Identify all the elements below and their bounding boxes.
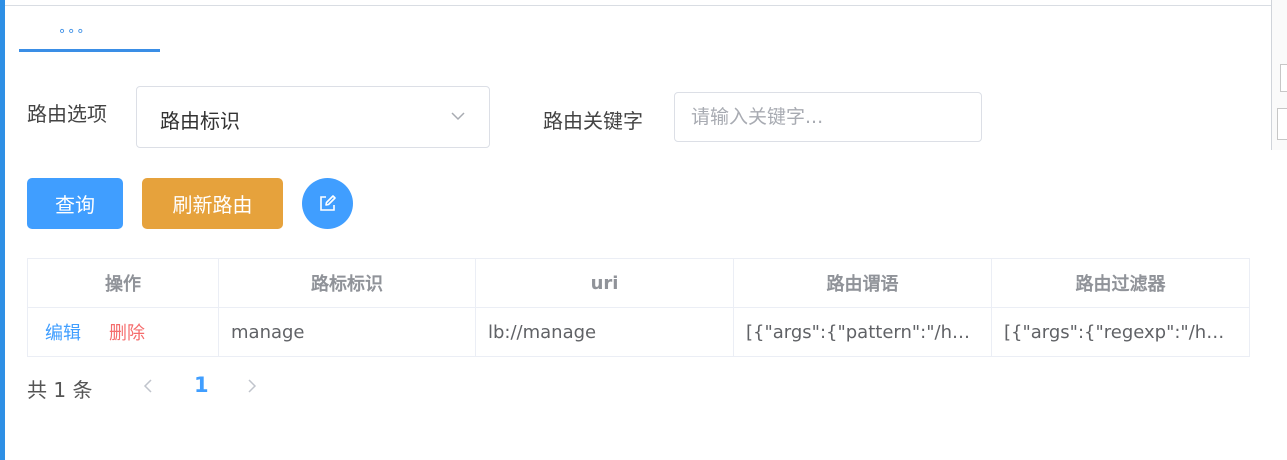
row-actions-cell: 编辑 删除 bbox=[27, 307, 219, 357]
window-left-edge bbox=[0, 0, 5, 460]
edit-icon bbox=[320, 195, 336, 211]
column-header-uri: uri bbox=[475, 258, 734, 308]
side-widget-1[interactable] bbox=[1280, 64, 1287, 92]
side-widget-2[interactable] bbox=[1277, 108, 1287, 140]
routes-table: 操作 路标标识 uri 路由谓语 路由过滤器 编辑 删除 manage lb://… bbox=[27, 258, 1250, 357]
edit-button[interactable] bbox=[302, 178, 353, 229]
table-row: 编辑 删除 manage lb://manage [{"args":{"patte… bbox=[27, 307, 1250, 357]
table-header-row: 操作 路标标识 uri 路由谓语 路由过滤器 bbox=[27, 258, 1250, 308]
column-header-filters: 路由过滤器 bbox=[991, 258, 1250, 308]
right-side-panel bbox=[1271, 0, 1287, 150]
tab-label: ∘∘∘ bbox=[58, 24, 86, 39]
refresh-routes-button[interactable]: 刷新路由 bbox=[142, 178, 283, 229]
app-frame: ∘∘∘ 路由选项 路由标识 路由关键字 查询 刷新路由 操作 路标标识 bbox=[0, 0, 1287, 460]
route-option-value: 路由标识 bbox=[160, 109, 240, 133]
route-keyword-label: 路由关键字 bbox=[543, 109, 643, 133]
column-header-route-id: 路标标识 bbox=[218, 258, 476, 308]
row-delete-link[interactable]: 删除 bbox=[109, 323, 145, 344]
row-edit-link[interactable]: 编辑 bbox=[45, 323, 81, 344]
route-keyword-input[interactable] bbox=[674, 92, 982, 142]
tab-active[interactable]: ∘∘∘ bbox=[19, 18, 160, 52]
pagination-total: 共 1 条 bbox=[27, 378, 93, 402]
query-button[interactable]: 查询 bbox=[27, 178, 123, 229]
row-predicates-cell: [{"args":{"pattern":"/hm... bbox=[733, 307, 992, 357]
route-option-label: 路由选项 bbox=[27, 102, 107, 126]
chevron-down-icon bbox=[451, 112, 465, 121]
pagination-page-current[interactable]: 1 bbox=[194, 373, 209, 397]
chevron-right-icon[interactable] bbox=[245, 376, 259, 396]
row-filters-cell: [{"args":{"regexp":"/hm... bbox=[991, 307, 1250, 357]
row-uri-cell: lb://manage bbox=[475, 307, 734, 357]
tab-underline bbox=[19, 49, 160, 52]
column-header-actions: 操作 bbox=[27, 258, 219, 308]
route-option-select[interactable]: 路由标识 bbox=[136, 86, 490, 148]
column-header-predicates: 路由谓语 bbox=[733, 258, 992, 308]
top-divider bbox=[0, 5, 1271, 6]
chevron-left-icon[interactable] bbox=[141, 376, 155, 396]
row-route-id-cell: manage bbox=[218, 307, 476, 357]
